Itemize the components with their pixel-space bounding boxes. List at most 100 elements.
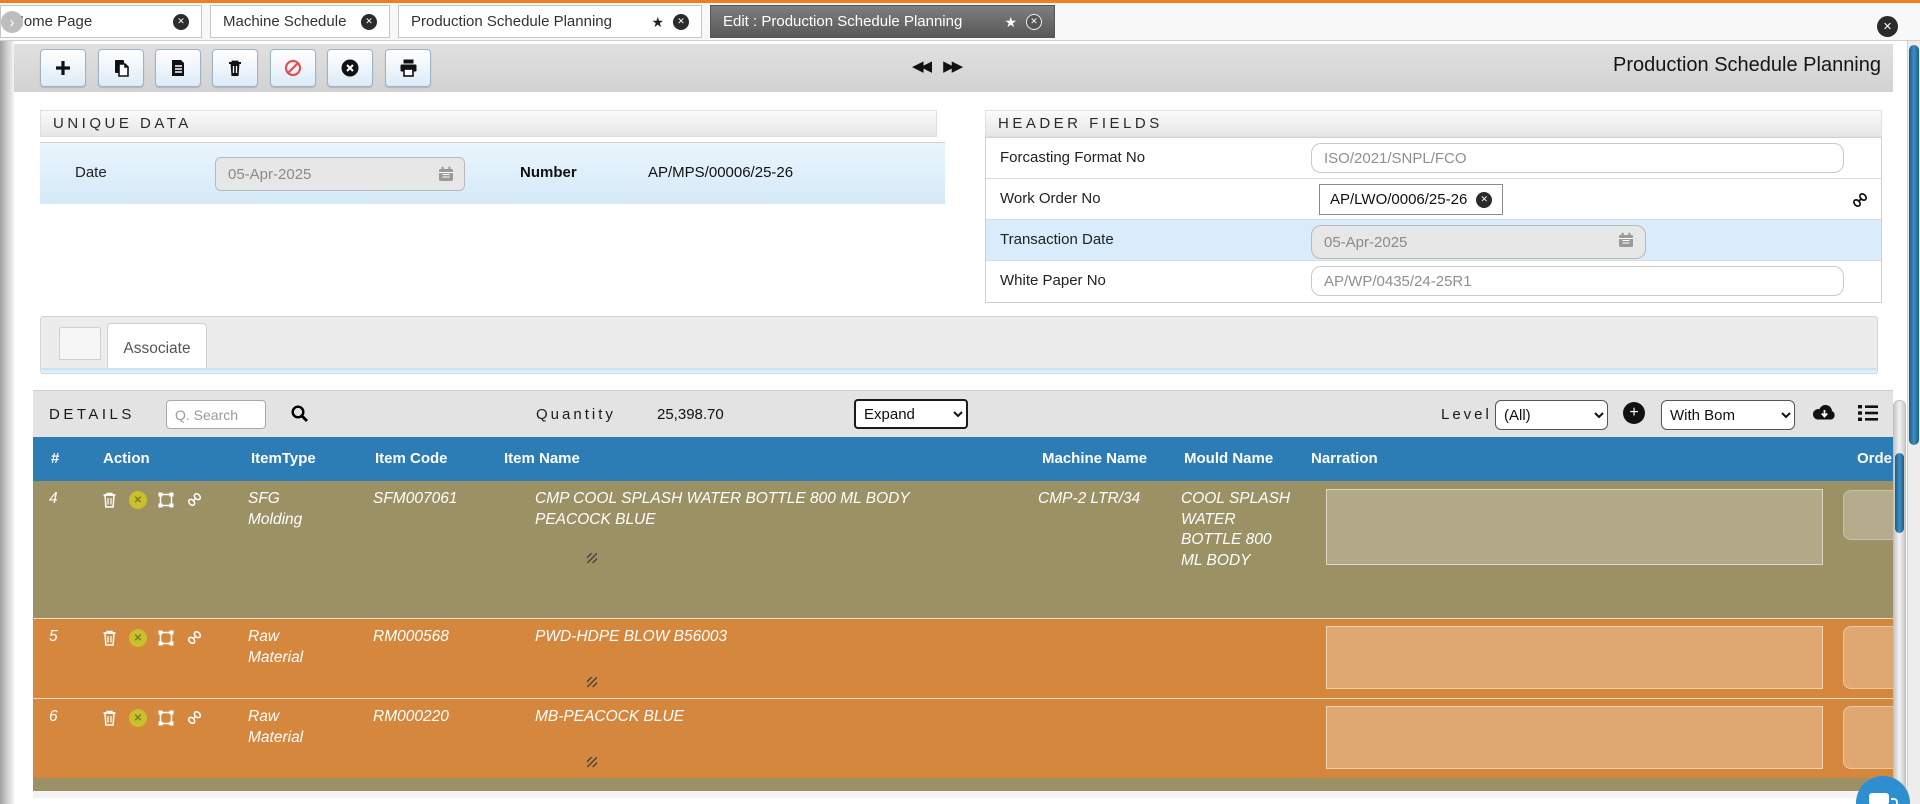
date-label: Date <box>75 164 107 181</box>
forcasting-format-row: Forcasting Format No <box>986 138 1881 179</box>
item-type: Raw Material <box>248 708 304 746</box>
bom-select[interactable]: With Bom <box>1661 400 1795 430</box>
copy-icon <box>115 60 129 77</box>
tab-production-schedule-planning[interactable]: Production Schedule Planning ★ ✕ <box>398 5 702 38</box>
search-icon[interactable] <box>290 404 309 423</box>
sidebar-collapsed-strip[interactable] <box>0 41 14 804</box>
prev-record-button[interactable]: ◀◀ <box>912 57 932 75</box>
transaction-date-row: Transaction Date <box>986 220 1881 261</box>
details-panel: DETAILS Quantity 25,398.70 Expand Level … <box>33 390 1893 804</box>
list-icon[interactable] <box>1857 403 1879 423</box>
close-icon[interactable]: ✕ <box>673 13 689 30</box>
print-button[interactable] <box>385 49 431 87</box>
row-number: 6 <box>49 708 58 725</box>
link-row-icon[interactable] <box>186 709 203 726</box>
white-paper-row: White Paper No <box>986 261 1881 302</box>
add-level-button[interactable]: + <box>1623 402 1645 424</box>
star-icon[interactable]: ★ <box>651 15 664 29</box>
close-record-button[interactable] <box>327 49 373 87</box>
plus-icon <box>56 61 70 75</box>
link-icon[interactable] <box>1851 191 1869 209</box>
item-type: Raw Material <box>248 628 304 666</box>
app-window: › Home Page ✕ Machine Schedule ✕ Product… <box>0 0 1920 804</box>
close-icon[interactable]: ✕ <box>173 13 189 30</box>
column-header-item-name: Item Name <box>504 450 580 467</box>
tab-edit-production-schedule-planning[interactable]: Edit : Production Schedule Planning ★ ✕ <box>710 5 1055 38</box>
table-scrollbar-thumb[interactable] <box>1895 453 1904 533</box>
table-row-partial <box>33 778 1893 791</box>
delete-row-icon[interactable] <box>101 709 118 727</box>
delete-button[interactable] <box>212 49 258 87</box>
next-record-button[interactable]: ▶▶ <box>943 57 963 75</box>
expand-select[interactable]: Expand <box>854 399 968 429</box>
white-paper-input[interactable] <box>1311 266 1844 296</box>
transaction-date-label: Transaction Date <box>1000 231 1114 248</box>
remove-work-order-icon[interactable]: ✕ <box>1476 191 1493 208</box>
search-input[interactable] <box>166 400 266 429</box>
header-fields-table: Forcasting Format No Work Order No AP/LW… <box>985 137 1882 303</box>
work-order-label: Work Order No <box>1000 190 1101 207</box>
copy-button[interactable] <box>98 49 144 87</box>
close-circle-icon <box>341 59 359 77</box>
collapsed-tab[interactable] <box>59 327 101 360</box>
tab-home-page[interactable]: Home Page ✕ <box>0 5 202 38</box>
close-all-tabs-button[interactable]: ✕ <box>1877 16 1898 37</box>
table-row: 6 ✕ Raw Material RM000220 MB-PEACOCK BLU… <box>33 698 1893 778</box>
work-order-row: Work Order No AP/LWO/0006/25-26 ✕ <box>986 179 1881 220</box>
link-row-icon[interactable] <box>186 629 203 646</box>
tab-machine-schedule[interactable]: Machine Schedule ✕ <box>210 5 390 38</box>
table-row: 4 ✕ SFG Molding SFM007061 CMP COOL SPLAS… <box>33 481 1893 618</box>
expand-item-icon[interactable] <box>157 491 175 509</box>
details-toolbar: DETAILS Quantity 25,398.70 Expand Level … <box>33 390 1893 437</box>
level-label: Level <box>1441 406 1492 423</box>
page-scrollbar[interactable] <box>1907 41 1920 804</box>
tab-associate[interactable]: Associate <box>107 323 207 373</box>
narration-textarea[interactable] <box>1326 626 1823 689</box>
unique-data-section-header: UNIQUE DATA <box>40 110 937 137</box>
cancel-button[interactable] <box>270 49 316 87</box>
narration-textarea[interactable] <box>1326 706 1823 769</box>
close-icon[interactable]: ✕ <box>1026 13 1042 30</box>
cloud-download-icon[interactable] <box>1811 401 1838 425</box>
new-document-button[interactable] <box>155 49 201 87</box>
table-scrollbar[interactable] <box>1893 400 1906 804</box>
work-order-tag[interactable]: AP/LWO/0006/25-26 ✕ <box>1319 184 1504 215</box>
calendar-icon <box>439 166 453 181</box>
resize-handle[interactable] <box>587 757 597 767</box>
close-icon: ✕ <box>1882 21 1893 33</box>
delete-row-icon[interactable] <box>101 491 118 509</box>
close-icon[interactable]: ✕ <box>361 13 377 30</box>
transaction-date-field[interactable] <box>1311 225 1646 259</box>
expand-item-icon[interactable] <box>157 629 175 647</box>
work-order-value: AP/LWO/0006/25-26 <box>1330 191 1468 208</box>
item-code: RM000568 <box>373 628 449 645</box>
resize-handle[interactable] <box>587 677 597 687</box>
delete-row-icon[interactable] <box>101 629 118 647</box>
column-header-item-code: Item Code <box>375 450 448 467</box>
document-icon <box>172 60 184 76</box>
cancel-row-icon[interactable]: ✕ <box>129 629 147 647</box>
item-code: SFM007061 <box>373 490 458 507</box>
tab-label: Production Schedule Planning <box>411 13 612 30</box>
row-number: 5 <box>49 628 58 645</box>
table-header: # Action ItemType Item Code Item Name Ma… <box>33 437 1893 481</box>
resize-handle[interactable] <box>587 553 597 563</box>
chat-bubbles-icon <box>1869 793 1898 804</box>
add-button[interactable] <box>40 49 86 87</box>
page-scrollbar-thumb[interactable] <box>1909 45 1919 445</box>
tab-scroll-button[interactable]: › <box>1 11 23 33</box>
cancel-row-icon[interactable]: ✕ <box>129 709 147 727</box>
order-input[interactable] <box>1843 626 1893 689</box>
expand-item-icon[interactable] <box>157 709 175 727</box>
date-field[interactable] <box>215 157 465 191</box>
link-row-icon[interactable] <box>186 491 203 508</box>
cancel-row-icon[interactable]: ✕ <box>129 491 147 509</box>
order-input[interactable] <box>1843 706 1893 769</box>
narration-textarea[interactable] <box>1326 489 1823 565</box>
star-icon[interactable]: ★ <box>1004 15 1017 29</box>
forcasting-format-input[interactable] <box>1311 143 1844 173</box>
level-select[interactable]: (All) <box>1495 400 1608 430</box>
order-input[interactable] <box>1843 490 1893 540</box>
white-paper-label: White Paper No <box>1000 272 1106 289</box>
table-row: 5 ✕ Raw Material RM000568 PWD-HDPE BLOW … <box>33 618 1893 698</box>
